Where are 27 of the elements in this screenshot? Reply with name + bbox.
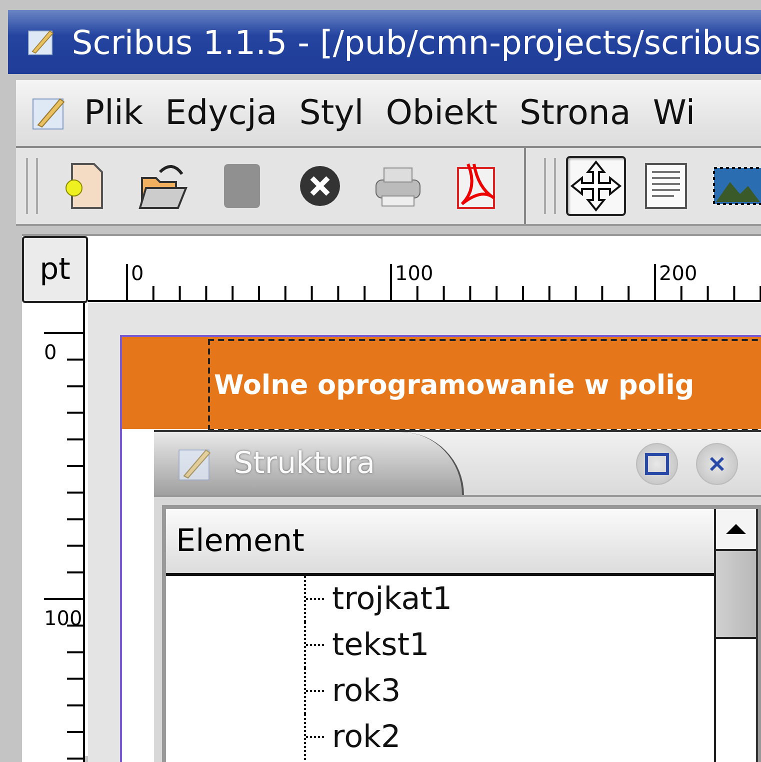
toolbar-handle[interactable]: [544, 158, 556, 214]
scroll-up-icon[interactable]: [716, 509, 756, 551]
toolbar-handle[interactable]: [26, 158, 38, 214]
tree-item[interactable]: rok3: [332, 673, 401, 709]
ruler-label: 200: [659, 261, 698, 285]
maximize-button[interactable]: [636, 442, 678, 484]
menu-item[interactable]: Edycja: [165, 93, 278, 133]
scrollbar[interactable]: [716, 509, 758, 762]
menu-item[interactable]: Plik: [84, 93, 144, 133]
window-title: Scribus 1.1.5 - [/pub/cmn-projects/scribus: [72, 22, 761, 62]
column-header[interactable]: Element: [166, 509, 714, 576]
panel-title: Struktura: [234, 446, 376, 481]
tree-item[interactable]: tekst1: [332, 627, 430, 663]
menu-item[interactable]: Styl: [299, 93, 364, 133]
ruler-label: 0: [131, 261, 144, 285]
ruler-label: 100: [44, 606, 82, 630]
menu-item[interactable]: Strona: [519, 93, 631, 133]
ruler-label: 100: [395, 261, 434, 285]
ruler-label: 0: [44, 340, 57, 364]
menu-item[interactable]: Obiekt: [386, 93, 498, 133]
unit-button[interactable]: pt: [22, 236, 88, 303]
tree-item[interactable]: trojkat1: [332, 581, 452, 617]
tree-item[interactable]: rok2: [332, 719, 401, 755]
close-button[interactable]: [696, 442, 738, 484]
menu-item[interactable]: Wi: [652, 93, 696, 133]
headline: Wolne oprogramowanie w polig: [214, 370, 694, 400]
move-arrows-icon[interactable]: [566, 156, 626, 216]
